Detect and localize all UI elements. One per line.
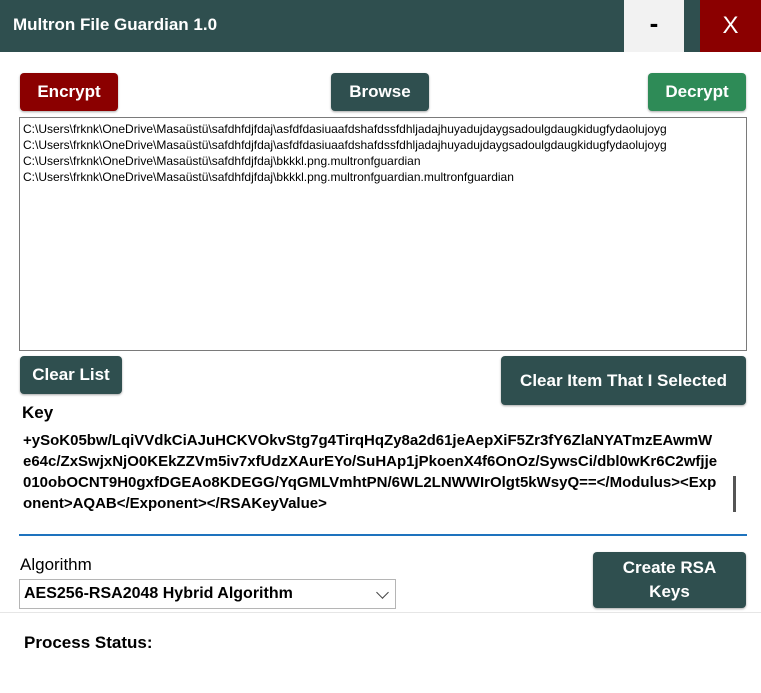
file-list[interactable]: C:\Users\frknk\OneDrive\Masaüstü\safdhfd… [19,117,747,351]
clear-list-button[interactable]: Clear List [20,356,122,394]
clear-selected-item-button[interactable]: Clear Item That I Selected [501,356,746,405]
algorithm-label: Algorithm [20,555,92,574]
key-value[interactable]: +ySoK05bw/LqiVVdkCiAJuHCKVOkvStg7g4TirqH… [23,430,719,514]
process-status-label: Process Status: [24,633,153,652]
key-label: Key [22,403,54,422]
scrollbar-thumb[interactable] [733,476,736,512]
minimize-button[interactable]: - [624,0,684,52]
browse-button[interactable]: Browse [331,73,429,111]
create-rsa-keys-button[interactable]: Create RSA Keys [593,552,746,608]
decrypt-button[interactable]: Decrypt [648,73,746,111]
list-item[interactable]: C:\Users\frknk\OneDrive\Masaüstü\safdhfd… [20,137,746,153]
algorithm-selected-value: AES256-RSA2048 Hybrid Algorithm [24,585,293,602]
status-panel: Process Status: [0,612,761,693]
key-textarea[interactable]: +ySoK05bw/LqiVVdkCiAJuHCKVOkvStg7g4TirqH… [19,426,747,536]
window-title: Multron File Guardian 1.0 [13,15,218,34]
list-item[interactable]: C:\Users\frknk\OneDrive\Masaüstü\safdhfd… [20,169,746,185]
create-rsa-keys-label-line2: Keys [649,582,690,601]
list-item[interactable]: C:\Users\frknk\OneDrive\Masaüstü\safdhfd… [20,121,746,137]
encrypt-button[interactable]: Encrypt [20,73,118,111]
algorithm-select[interactable]: AES256-RSA2048 Hybrid Algorithm [19,579,396,609]
list-item[interactable]: C:\Users\frknk\OneDrive\Masaüstü\safdhfd… [20,153,746,169]
create-rsa-keys-label-line1: Create RSA [622,558,717,577]
chevron-down-icon[interactable] [376,586,389,599]
close-button[interactable]: X [700,0,761,52]
